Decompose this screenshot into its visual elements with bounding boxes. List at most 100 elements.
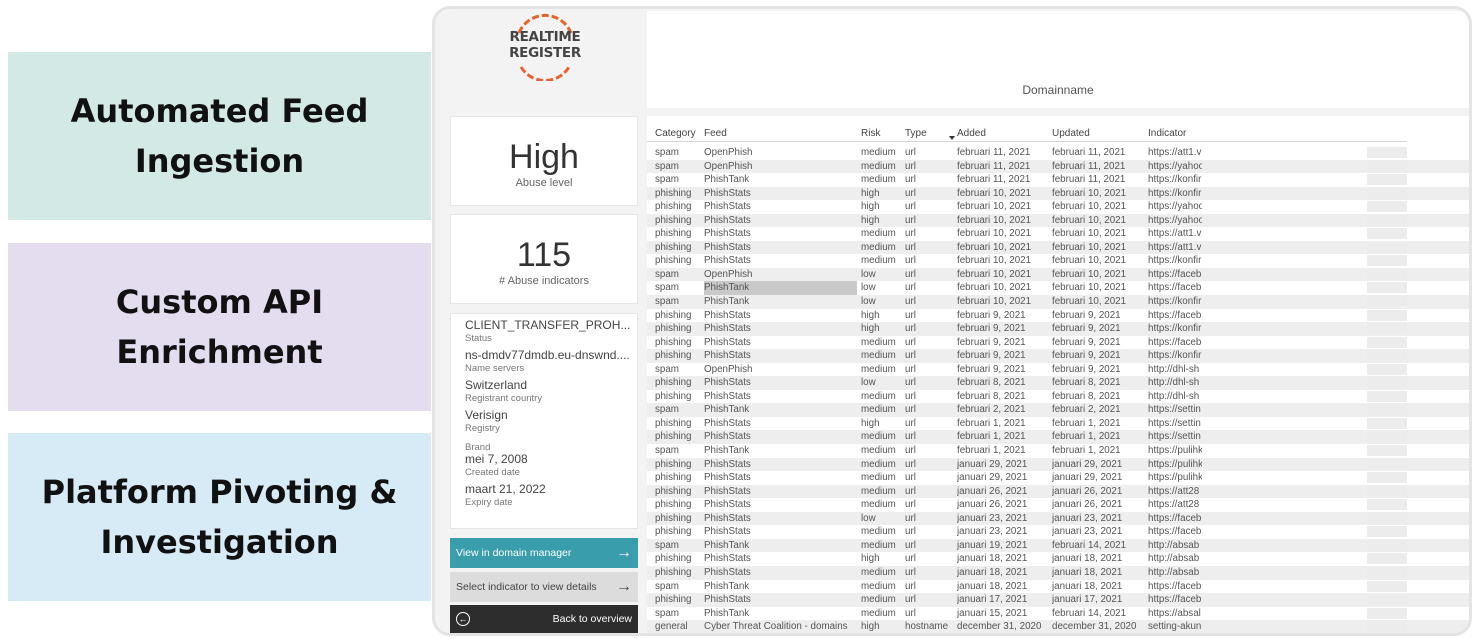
table-row[interactable]: spam PhishTank medium url februari 2, 2021 fe…	[647, 403, 1469, 417]
col-category[interactable]: Category	[655, 128, 703, 139]
cell-risk: medium	[861, 350, 896, 362]
cell-feed: PhishStats	[704, 323, 751, 335]
cell-added: januari 26, 2021	[957, 499, 1028, 511]
cell-feed: PhishStats	[704, 309, 751, 321]
arrow-right-icon: →	[616, 578, 632, 595]
info-brand: Brand	[465, 434, 637, 452]
cell-feed: PhishStats	[704, 350, 751, 362]
table-row[interactable]: phishing PhishStats low url januari 23, 2021…	[647, 511, 1469, 526]
col-indicator[interactable]: Indicator	[1148, 128, 1268, 139]
cell-added: januari 29, 2021	[957, 458, 1028, 470]
table-row[interactable]: phishing PhishStats high url februari 10, 20…	[647, 200, 1469, 214]
cell-added: februari 1, 2021	[957, 431, 1026, 443]
cell-feed: PhishStats	[704, 485, 751, 497]
table-row[interactable]: phishing PhishStats high url februari 10, 20…	[647, 186, 1469, 201]
row-extra-cell	[1367, 553, 1407, 565]
abuse-count-card: 115 # Abuse indicators	[450, 214, 638, 304]
cell-risk: medium	[861, 336, 896, 348]
cell-feed: PhishTank	[704, 445, 750, 457]
row-extra-cell	[1367, 350, 1407, 362]
cell-feed: PhishStats	[704, 566, 751, 578]
cell-updated: februari 14, 2021	[1052, 607, 1127, 619]
select-indicator-button[interactable]: Select indicator to view details →	[450, 572, 638, 602]
back-arrow-icon: ←	[456, 612, 470, 626]
cell-added: februari 11, 2021	[957, 174, 1031, 186]
feature-line2: Ingestion	[134, 142, 305, 180]
cell-indicator: https://konfir	[1148, 323, 1202, 335]
cell-updated: februari 14, 2021	[1052, 539, 1127, 551]
cell-risk: medium	[861, 363, 896, 375]
table-row[interactable]: spam PhishTank medium url januari 15, 2021 fe…	[647, 607, 1469, 621]
table-row[interactable]: phishing PhishStats medium url februari 10, …	[647, 240, 1469, 255]
cell-added: februari 1, 2021	[957, 445, 1026, 457]
feature-line1: Automated Feed	[70, 92, 369, 130]
table-row[interactable]: general Cyber Threat Coalition - domains h…	[647, 620, 1469, 633]
cell-indicator: https://pulihk	[1148, 472, 1202, 484]
table-row[interactable]: phishing PhishStats medium url januari 18, 2…	[647, 565, 1469, 580]
table-row[interactable]: phishing PhishStats high url februari 1, 202…	[647, 417, 1469, 431]
abuse-level-value: High	[509, 138, 579, 176]
table-row[interactable]: phishing PhishStats medium url januari 29, 2…	[647, 471, 1469, 485]
col-feed[interactable]: Feed	[704, 128, 857, 139]
row-extra-cell	[1367, 214, 1407, 226]
cell-type: url	[905, 485, 916, 497]
table-row[interactable]: phishing PhishStats low url februari 8, 2021…	[647, 376, 1469, 390]
cell-feed: PhishStats	[704, 512, 751, 524]
row-extra-cell	[1367, 404, 1407, 416]
cell-type: url	[905, 160, 916, 172]
table-row[interactable]: spam PhishTank medium url januari 18, 2021 ja…	[647, 580, 1469, 594]
cell-updated: februari 9, 2021	[1052, 336, 1121, 348]
cell-type: url	[905, 336, 916, 348]
table-row[interactable]: phishing PhishStats high url januari 18, 202…	[647, 552, 1469, 566]
table-row[interactable]: spam PhishTank medium url februari 1, 2021 fe…	[647, 444, 1469, 458]
table-row[interactable]: phishing PhishStats medium url februari 10, …	[647, 254, 1469, 268]
table-row[interactable]: spam PhishTank medium url februari 11, 2021 f…	[647, 173, 1469, 187]
cell-updated: februari 11, 2021	[1052, 174, 1126, 186]
cell-type: url	[905, 526, 916, 538]
cell-type: url	[905, 350, 916, 362]
table-row[interactable]: spam OpenPhish low url februari 10, 2021 febr…	[647, 267, 1469, 282]
cell-type: url	[905, 174, 916, 186]
cell-risk: high	[861, 323, 880, 335]
domainname-label: Domainname	[1022, 83, 1094, 97]
table-row[interactable]: spam OpenPhish medium url februari 9, 2021 fe…	[647, 363, 1469, 377]
row-extra-cell	[1367, 594, 1407, 606]
cell-indicator: https://faceb	[1148, 512, 1202, 524]
col-added[interactable]: Added	[957, 128, 1051, 139]
cell-updated: januari 29, 2021	[1052, 458, 1123, 470]
table-row[interactable]: phishing PhishStats medium url februari 8, 2…	[647, 390, 1469, 404]
cell-category: phishing	[655, 499, 692, 511]
col-updated[interactable]: Updated	[1052, 128, 1147, 139]
table-row[interactable]: spam PhishTank medium url januari 19, 2021 fe…	[647, 538, 1469, 553]
table-row[interactable]: phishing PhishStats medium url februari 10, …	[647, 227, 1469, 241]
status-value: CLIENT_TRANSFER_PROH...	[465, 318, 631, 332]
status-label: Status	[465, 333, 492, 344]
table-row[interactable]: phishing PhishStats medium url februari 9, 2…	[647, 349, 1469, 363]
cell-category: spam	[655, 445, 679, 457]
col-type[interactable]: Type	[905, 128, 955, 139]
cell-feed: PhishTank	[704, 607, 750, 619]
cell-indicator: https://faceb	[1148, 336, 1202, 348]
back-to-overview-button[interactable]: ← Back to overview	[450, 605, 638, 633]
table-row[interactable]: spam OpenPhish medium url februari 11, 2021 f…	[647, 159, 1469, 174]
table-row[interactable]: phishing PhishStats high url februari 9, 202…	[647, 322, 1469, 336]
row-extra-cell	[1367, 485, 1407, 497]
table-row[interactable]: phishing PhishStats medium url januari 17, 2…	[647, 593, 1469, 607]
table-row[interactable]: phishing PhishStats medium url januari 23, 2…	[647, 525, 1469, 539]
table-row[interactable]: phishing PhishStats high url februari 9, 202…	[647, 309, 1469, 323]
table-row[interactable]: phishing PhishStats medium url februari 9, 2…	[647, 336, 1469, 350]
table-row[interactable]: phishing PhishStats medium url februari 1, 2…	[647, 430, 1469, 445]
table-row[interactable]: phishing PhishStats high url februari 10, 20…	[647, 213, 1469, 228]
table-row[interactable]: spam PhishTank low url februari 10, 2021 febr…	[647, 281, 1469, 295]
table-row[interactable]: phishing PhishStats medium url januari 26, 2…	[647, 484, 1469, 499]
cell-updated: februari 8, 2021	[1052, 390, 1121, 402]
table-row[interactable]: spam OpenPhish medium url februari 11, 2021 f…	[647, 146, 1469, 160]
cell-category: spam	[655, 160, 679, 172]
table-row[interactable]: spam PhishTank low url februari 10, 2021 febr…	[647, 295, 1469, 309]
cell-feed: PhishStats	[704, 214, 751, 226]
table-row[interactable]: phishing PhishStats medium url januari 26, 2…	[647, 498, 1469, 512]
view-in-domain-manager-button[interactable]: View in domain manager →	[450, 538, 638, 568]
cell-risk: high	[861, 553, 880, 565]
col-risk[interactable]: Risk	[861, 128, 903, 139]
table-row[interactable]: phishing PhishStats medium url januari 29, 2…	[647, 457, 1469, 472]
